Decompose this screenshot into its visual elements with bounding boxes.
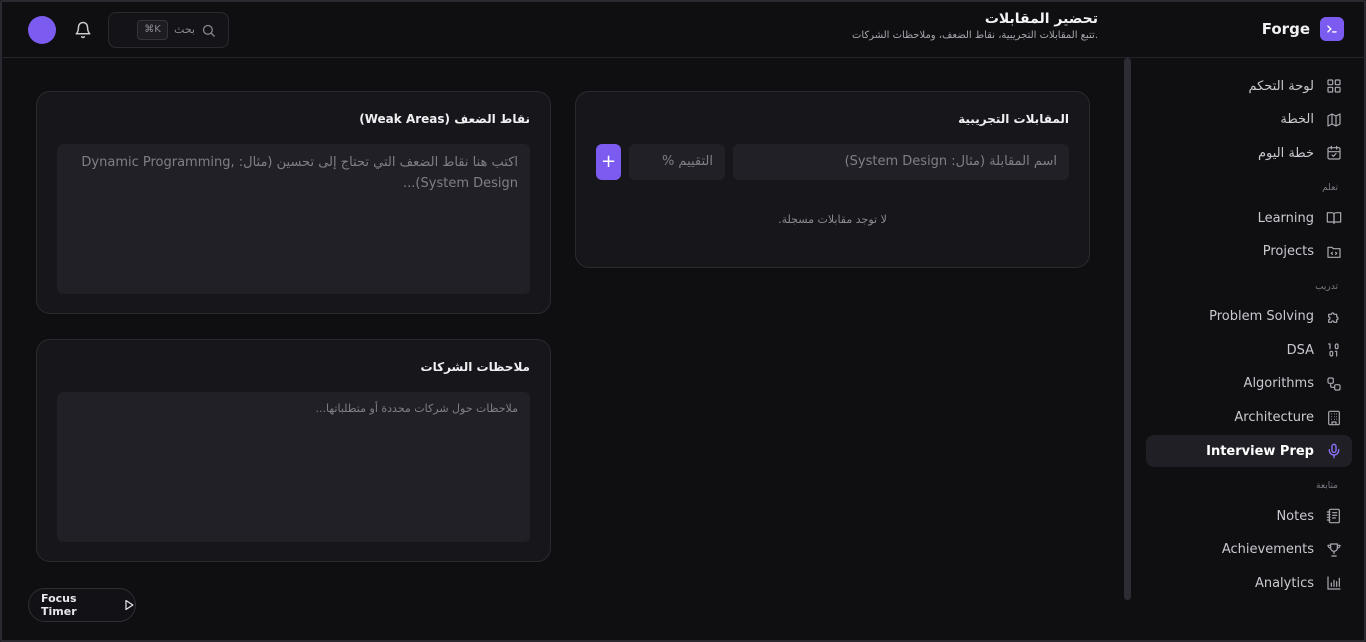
section-learn-heading: تعلم	[1322, 183, 1338, 194]
sidebar-item-achievements[interactable]: Achievements	[1146, 534, 1352, 566]
book-open-icon	[1326, 212, 1342, 225]
sidebar-item-label: DSA	[1286, 342, 1314, 358]
sidebar-item-label: Problem Solving	[1209, 309, 1314, 325]
sidebar-item-analytics[interactable]: Analytics	[1146, 567, 1352, 599]
brand-name: Forge	[1261, 20, 1310, 38]
company-notes-title: ملاحظات الشركات	[420, 360, 530, 374]
interview-name-input[interactable]: اسم المقابلة (مثال: System Design)	[733, 144, 1069, 180]
bell-icon[interactable]	[74, 21, 92, 39]
focus-timer-label: Focus Timer	[41, 592, 77, 618]
brand[interactable]: Forge	[1262, 17, 1344, 41]
play-icon	[125, 599, 134, 611]
sidebar-item-interview-prep[interactable]: Interview Prep	[1146, 435, 1352, 468]
mock-interviews-title: المقابلات التجريبية	[958, 112, 1069, 126]
sidebar-item-notes[interactable]: Notes	[1146, 500, 1352, 532]
page-title: تحضير المقابلات	[984, 11, 1098, 27]
interview-score-input[interactable]: التقييم %	[629, 144, 725, 180]
search-icon	[202, 24, 215, 37]
add-interview-button[interactable]: +	[596, 144, 621, 180]
sidebar-item-label: Algorithms	[1243, 376, 1314, 392]
search-shortcut-kbd: ⌘K	[137, 20, 168, 40]
focus-timer-button[interactable]: Focus Timer	[28, 588, 136, 622]
sidebar-item-dsa[interactable]: DSA	[1146, 334, 1352, 366]
sidebar-item-projects[interactable]: Projects	[1146, 236, 1352, 268]
dashboard-grid-icon	[1327, 79, 1341, 93]
sidebar-item-learning[interactable]: Learning	[1146, 202, 1352, 234]
sidebar-item-dashboard[interactable]: لوحة التحكم	[1146, 70, 1352, 102]
calendar-check-icon	[1327, 145, 1341, 160]
sidebar-item-plan[interactable]: الخطة	[1146, 104, 1352, 136]
main-scrollbar[interactable]	[1123, 58, 1132, 600]
search-label: بحث	[174, 23, 195, 36]
microphone-icon	[1328, 443, 1340, 459]
weak-areas-title: نقاط الضعف (Weak Areas)	[359, 112, 530, 126]
bar-chart-icon	[1327, 576, 1341, 590]
top-header: بحث ⌘K تحضير المقابلات تتبع المقابلات ال…	[0, 0, 1366, 58]
sidebar-item-label: Analytics	[1254, 575, 1314, 591]
page-subtitle: تتبع المقابلات التجريبية، نقاط الضعف، وم…	[851, 30, 1098, 41]
sidebar-item-label: Architecture	[1234, 410, 1314, 426]
section-train-heading: تدريب	[1315, 281, 1338, 292]
sidebar-item-label: Learning	[1257, 210, 1314, 226]
search-box[interactable]: بحث ⌘K	[108, 12, 229, 48]
company-notes-card: ملاحظات الشركات ملاحظات حول شركات محددة …	[36, 339, 551, 562]
empty-interviews-message: لا توجد مقابلات مسجلة.	[778, 213, 887, 226]
section-follow-heading: متابعة	[1316, 481, 1338, 492]
sidebar-item-architecture[interactable]: Architecture	[1146, 402, 1352, 434]
sidebar-item-problem-solving[interactable]: Problem Solving	[1146, 301, 1352, 333]
weak-areas-textarea[interactable]: اكتب هنا نقاط الضعف التي تحتاج إلى تحسين…	[57, 144, 530, 294]
sidebar-item-label: الخطة	[1280, 112, 1314, 128]
sidebar-item-label: خطة اليوم	[1257, 145, 1314, 161]
company-notes-textarea[interactable]: ملاحظات حول شركات محددة أو متطلباتها...	[57, 392, 530, 542]
sidebar-item-today-plan[interactable]: خطة اليوم	[1146, 137, 1352, 169]
mock-interviews-card: المقابلات التجريبية اسم المقابلة (مثال: …	[575, 91, 1090, 268]
trophy-icon	[1327, 543, 1341, 557]
sidebar-item-label: Notes	[1276, 508, 1314, 524]
building-icon	[1328, 410, 1340, 425]
scrollbar-thumb[interactable]	[1124, 58, 1131, 600]
page-heading: تحضير المقابلات تتبع المقابلات التجريبية…	[852, 11, 1098, 41]
sidebar-nav: لوحة التحكم الخطة خطة اليوم تعلم Learnin…	[1146, 70, 1352, 601]
sidebar-item-algorithms[interactable]: Algorithms	[1146, 368, 1352, 400]
sidebar-item-label: Projects	[1262, 244, 1314, 260]
terminal-logo-icon	[1320, 17, 1344, 41]
workflow-icon	[1327, 377, 1341, 391]
map-icon	[1327, 112, 1341, 127]
weak-areas-card: نقاط الضعف (Weak Areas) اكتب هنا نقاط ال…	[36, 91, 551, 314]
puzzle-icon	[1328, 312, 1339, 323]
binary-icon	[1328, 343, 1339, 357]
user-avatar[interactable]	[28, 16, 56, 44]
sidebar-item-label: لوحة التحكم	[1248, 78, 1314, 94]
sidebar-item-label: Achievements	[1221, 542, 1314, 558]
folder-code-icon	[1327, 246, 1341, 258]
notebook-icon	[1326, 508, 1340, 524]
sidebar-item-label: Interview Prep	[1206, 443, 1314, 459]
